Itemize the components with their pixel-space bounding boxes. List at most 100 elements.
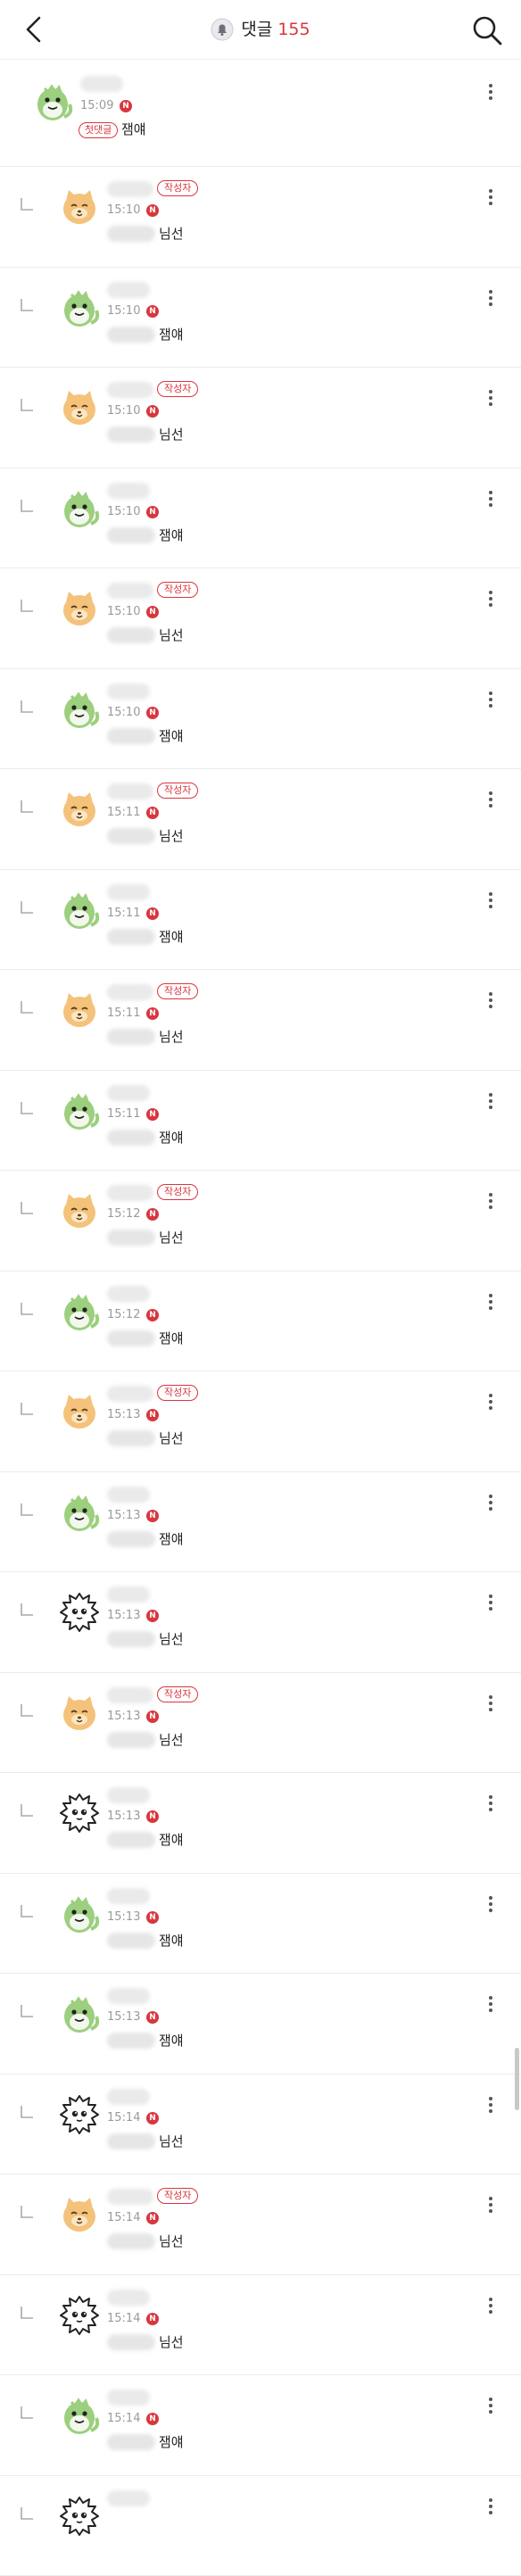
mention-hidden[interactable] <box>107 527 155 543</box>
more-options-icon[interactable] <box>482 1190 500 1217</box>
dragon-avatar-icon[interactable] <box>55 1890 103 1938</box>
cat-avatar-icon[interactable] <box>55 2191 103 2239</box>
mention-hidden[interactable] <box>107 1631 155 1647</box>
fluffy-avatar-icon[interactable] <box>55 1789 103 1837</box>
mention-hidden[interactable] <box>107 929 155 945</box>
mention-hidden[interactable] <box>107 226 155 242</box>
more-options-icon[interactable] <box>482 2496 500 2522</box>
cat-avatar-icon[interactable] <box>55 584 103 633</box>
author-name-hidden[interactable] <box>107 783 153 799</box>
fluffy-avatar-icon[interactable] <box>55 1588 103 1636</box>
dragon-avatar-icon[interactable] <box>55 2391 103 2439</box>
more-options-icon[interactable] <box>482 990 500 1016</box>
mention-hidden[interactable] <box>107 627 155 643</box>
mention-hidden[interactable] <box>107 1430 155 1446</box>
mention-hidden[interactable] <box>107 2033 155 2049</box>
dragon-avatar-icon[interactable] <box>29 78 77 126</box>
author-name-hidden[interactable] <box>80 76 123 92</box>
more-options-icon[interactable] <box>482 789 500 816</box>
mention-hidden[interactable] <box>107 2233 155 2249</box>
scrollbar[interactable] <box>515 2048 519 2110</box>
author-name-hidden[interactable] <box>107 1787 150 1803</box>
fluffy-avatar-icon[interactable] <box>55 2492 103 2540</box>
more-options-icon[interactable] <box>482 1893 500 1920</box>
author-name-hidden[interactable] <box>107 1085 150 1101</box>
more-options-icon[interactable] <box>482 1693 500 1719</box>
author-name-hidden[interactable] <box>107 1185 153 1201</box>
cat-avatar-icon[interactable] <box>55 785 103 833</box>
dragon-avatar-icon[interactable] <box>55 284 103 332</box>
search-icon[interactable] <box>471 14 503 46</box>
more-options-icon[interactable] <box>482 1592 500 1619</box>
cat-avatar-icon[interactable] <box>55 1187 103 1235</box>
dragon-avatar-icon[interactable] <box>55 1990 103 2038</box>
dragon-avatar-icon[interactable] <box>55 1288 103 1336</box>
more-options-icon[interactable] <box>482 689 500 716</box>
mention-hidden[interactable] <box>107 427 155 443</box>
author-name-hidden[interactable] <box>107 181 153 197</box>
more-options-icon[interactable] <box>482 2295 500 2322</box>
cat-avatar-icon[interactable] <box>55 1387 103 1436</box>
more-options-icon[interactable] <box>482 2094 500 2121</box>
author-name-hidden[interactable] <box>107 984 153 1000</box>
mention-hidden[interactable] <box>107 1230 155 1246</box>
more-options-icon[interactable] <box>482 387 500 414</box>
mention-hidden[interactable] <box>107 1029 155 1045</box>
more-options-icon[interactable] <box>482 488 500 515</box>
author-name-hidden[interactable] <box>107 2390 150 2406</box>
more-options-icon[interactable] <box>482 1291 500 1318</box>
author-name-hidden[interactable] <box>107 382 153 398</box>
more-options-icon[interactable] <box>482 186 500 213</box>
cat-avatar-icon[interactable] <box>55 986 103 1034</box>
more-options-icon[interactable] <box>482 1090 500 1117</box>
mention-hidden[interactable] <box>107 1732 155 1748</box>
mention-hidden[interactable] <box>107 1933 155 1949</box>
fluffy-avatar-icon[interactable] <box>55 2291 103 2340</box>
more-options-icon[interactable] <box>482 2194 500 2221</box>
author-name-hidden[interactable] <box>107 1487 150 1503</box>
more-options-icon[interactable] <box>482 1793 500 1819</box>
more-options-icon[interactable] <box>482 1391 500 1418</box>
more-options-icon[interactable] <box>482 81 500 108</box>
mention-hidden[interactable] <box>107 1130 155 1146</box>
mention-hidden[interactable] <box>107 1832 155 1848</box>
mention-hidden[interactable] <box>107 2434 155 2450</box>
more-options-icon[interactable] <box>482 588 500 615</box>
mention-hidden[interactable] <box>107 728 155 744</box>
cat-avatar-icon[interactable] <box>55 1689 103 1737</box>
dragon-avatar-icon[interactable] <box>55 685 103 733</box>
author-name-hidden[interactable] <box>107 2189 153 2205</box>
author-name-hidden[interactable] <box>107 1286 150 1302</box>
mention-hidden[interactable] <box>107 1330 155 1346</box>
more-options-icon[interactable] <box>482 287 500 314</box>
author-name-hidden[interactable] <box>107 1386 153 1402</box>
author-name-hidden[interactable] <box>107 483 150 499</box>
author-name-hidden[interactable] <box>107 884 150 900</box>
dragon-avatar-icon[interactable] <box>55 485 103 533</box>
cat-avatar-icon[interactable] <box>55 183 103 231</box>
author-name-hidden[interactable] <box>107 1586 150 1603</box>
mention-hidden[interactable] <box>107 1531 155 1547</box>
mention-hidden[interactable] <box>107 2133 155 2149</box>
author-name-hidden[interactable] <box>107 1888 150 1904</box>
author-name-hidden[interactable] <box>107 1988 150 2004</box>
more-options-icon[interactable] <box>482 1492 500 1519</box>
author-name-hidden[interactable] <box>107 1687 153 1703</box>
fluffy-avatar-icon[interactable] <box>55 2091 103 2139</box>
author-name-hidden[interactable] <box>107 2290 150 2306</box>
dragon-avatar-icon[interactable] <box>55 1488 103 1536</box>
author-name-hidden[interactable] <box>107 683 150 700</box>
author-name-hidden[interactable] <box>107 282 150 298</box>
mention-hidden[interactable] <box>107 2334 155 2350</box>
mention-hidden[interactable] <box>107 828 155 844</box>
author-name-hidden[interactable] <box>107 2490 150 2506</box>
more-options-icon[interactable] <box>482 1993 500 2020</box>
cat-avatar-icon[interactable] <box>55 384 103 432</box>
author-name-hidden[interactable] <box>107 2089 150 2105</box>
more-options-icon[interactable] <box>482 890 500 916</box>
more-options-icon[interactable] <box>482 2395 500 2422</box>
author-name-hidden[interactable] <box>107 583 153 599</box>
dragon-avatar-icon[interactable] <box>55 886 103 934</box>
mention-hidden[interactable] <box>107 327 155 343</box>
dragon-avatar-icon[interactable] <box>55 1087 103 1135</box>
